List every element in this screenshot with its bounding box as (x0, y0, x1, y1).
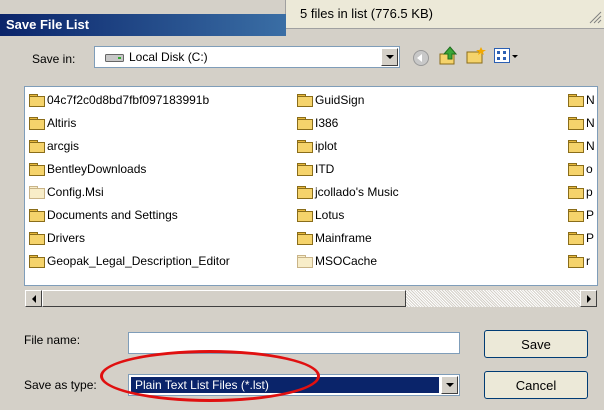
status-text: 5 files in list (776.5 KB) (300, 6, 433, 21)
list-item[interactable]: N (568, 136, 595, 155)
music-folder-icon (297, 185, 313, 199)
list-item[interactable]: Mainframe (297, 228, 372, 247)
list-item[interactable]: MSOCache (297, 251, 377, 270)
list-item-label: Documents and Settings (47, 207, 178, 222)
list-item-label: o (586, 161, 593, 176)
list-item-label: p (586, 184, 593, 199)
list-item-label: 04c7f2c0d8bd7fbf097183991b (47, 92, 210, 107)
folder-icon (568, 162, 584, 176)
list-item-label: P (586, 207, 595, 222)
folder-icon (29, 231, 45, 245)
folder-icon (29, 208, 45, 222)
scrollbar-track[interactable] (406, 290, 580, 307)
save-in-value: Local Disk (C:) (129, 50, 208, 64)
list-item-label: iplot (315, 138, 338, 153)
list-item-label: N (586, 92, 595, 107)
list-item[interactable]: Altiris (29, 113, 76, 132)
save-in-label: Save in: (32, 52, 76, 66)
annotation-oval (100, 350, 320, 402)
resize-grip-icon[interactable] (588, 10, 602, 24)
folder-icon (29, 162, 45, 176)
list-item[interactable]: Geopak_Legal_Description_Editor (29, 251, 230, 270)
list-item-label: BentleyDownloads (47, 161, 147, 176)
list-item[interactable]: BentleyDownloads (29, 159, 146, 178)
folder-icon (29, 185, 45, 199)
list-item-label: Config.Msi (47, 184, 104, 199)
list-item-label: N (586, 115, 595, 130)
folder-icon (29, 254, 45, 268)
list-item[interactable]: p (568, 182, 593, 201)
drive-icon (105, 52, 125, 66)
back-icon[interactable] (412, 49, 430, 70)
scroll-right-icon[interactable] (580, 290, 597, 307)
new-folder-icon[interactable] (466, 47, 486, 68)
folder-icon (297, 116, 313, 130)
save-in-dropdown[interactable]: Local Disk (C:) (94, 46, 400, 68)
list-item[interactable]: Documents and Settings (29, 205, 178, 224)
list-item[interactable]: ITD (297, 159, 334, 178)
list-item-label: r (586, 253, 590, 268)
dialog-title: Save File List (6, 17, 90, 32)
save-button[interactable]: Save (484, 330, 588, 358)
scroll-left-icon[interactable] (25, 290, 42, 307)
folder-icon (568, 254, 584, 268)
folder-icon (568, 231, 584, 245)
list-item-label: Geopak_Legal_Description_Editor (47, 253, 230, 268)
chevron-down-icon[interactable] (441, 376, 458, 394)
folder-icon (297, 231, 313, 245)
list-item[interactable]: P (568, 228, 594, 247)
list-item[interactable]: I386 (297, 113, 338, 132)
folder-icon (29, 93, 45, 107)
list-item-label: Mainframe (315, 230, 372, 245)
folder-icon (568, 185, 584, 199)
list-item-label: jcollado's Music (315, 184, 399, 199)
list-item-label: Altiris (47, 115, 77, 130)
list-item[interactable]: o (568, 159, 593, 178)
list-item[interactable]: Lotus (297, 205, 344, 224)
list-item-label: ITD (315, 161, 335, 176)
save-as-type-label: Save as type: (24, 378, 97, 392)
list-item[interactable]: Config.Msi (29, 182, 104, 201)
list-item[interactable]: GuidSign (297, 90, 364, 109)
view-menu-icon[interactable] (494, 48, 518, 67)
folder-icon (297, 254, 313, 268)
folder-icon (29, 116, 45, 130)
up-folder-icon[interactable] (438, 46, 458, 69)
chevron-down-icon[interactable] (381, 48, 398, 66)
folder-icon (568, 208, 584, 222)
list-item[interactable]: N (568, 90, 595, 109)
horizontal-scrollbar[interactable] (25, 290, 597, 307)
list-item-label: MSOCache (315, 253, 378, 268)
file-name-label: File name: (24, 333, 81, 347)
list-item[interactable]: Drivers (29, 228, 85, 247)
list-item[interactable]: jcollado's Music (297, 182, 399, 201)
cancel-button[interactable]: Cancel (484, 371, 588, 399)
list-item-label: P (586, 230, 595, 245)
folder-icon (297, 208, 313, 222)
list-item[interactable]: r (568, 251, 590, 270)
list-item-label: arcgis (47, 138, 80, 153)
list-item[interactable]: P (568, 205, 594, 224)
list-item[interactable]: N (568, 113, 595, 132)
list-item[interactable]: iplot (297, 136, 337, 155)
list-item-label: GuidSign (315, 92, 365, 107)
folder-icon (297, 139, 313, 153)
scrollbar-thumb[interactable] (42, 290, 406, 307)
list-item-label: N (586, 138, 595, 153)
folder-icon (568, 93, 584, 107)
folder-icon (568, 139, 584, 153)
list-item-label: I386 (315, 115, 339, 130)
file-list[interactable]: 04c7f2c0d8bd7fbf097183991b Altiris arcgis B… (24, 86, 598, 286)
list-item-label: Lotus (315, 207, 345, 222)
list-item-label: Drivers (47, 230, 85, 245)
folder-icon (29, 139, 45, 153)
list-item[interactable]: 04c7f2c0d8bd7fbf097183991b (29, 90, 209, 109)
folder-icon (568, 116, 584, 130)
folder-icon (297, 93, 313, 107)
folder-icon (297, 162, 313, 176)
list-item[interactable]: arcgis (29, 136, 79, 155)
